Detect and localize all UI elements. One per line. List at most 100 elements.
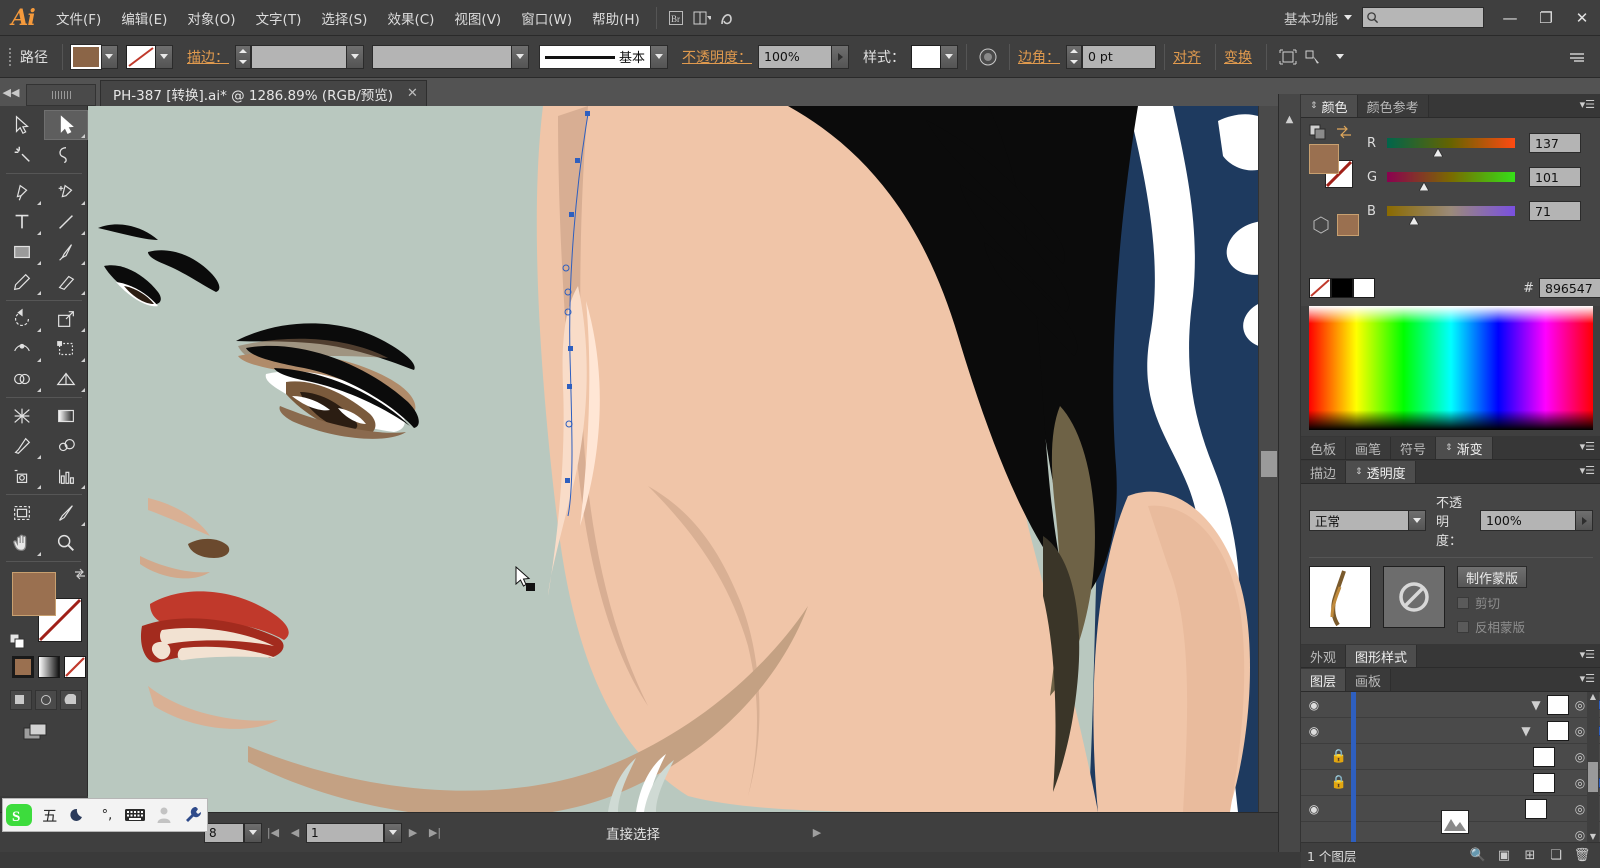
menu-effect[interactable]: 效果(C) — [377, 4, 444, 32]
panel-menu-icon[interactable]: ▾☰ — [1580, 648, 1595, 661]
menu-window[interactable]: 窗口(W) — [511, 4, 582, 32]
blend-mode-control[interactable]: 正常 — [1309, 510, 1426, 531]
stroke-profile-field[interactable] — [372, 44, 512, 69]
wrench-icon[interactable] — [178, 799, 207, 831]
panel-menu-icon[interactable]: ▾☰ — [1580, 440, 1595, 453]
scroll-up-icon[interactable]: ▲ — [1588, 692, 1598, 702]
default-fill-stroke-icon[interactable] — [9, 633, 26, 650]
stroke-weight-label[interactable]: 描边： — [187, 47, 229, 67]
slider-knob[interactable] — [1418, 180, 1430, 192]
mask-thumbnail[interactable] — [1383, 566, 1445, 628]
none-swatch[interactable] — [1309, 278, 1331, 298]
graphic-style-control[interactable] — [911, 44, 958, 69]
blend-tool[interactable] — [44, 431, 88, 461]
black-swatch[interactable] — [1331, 278, 1353, 298]
opacity-flyout-arrow[interactable] — [832, 44, 849, 69]
stroke-swatch-none[interactable] — [126, 44, 156, 69]
adobe-stock-icon[interactable] — [715, 6, 741, 30]
menu-edit[interactable]: 编辑(E) — [111, 4, 177, 32]
layers-scrollbar[interactable]: ▲ ▼ — [1587, 692, 1599, 842]
fill-color-control[interactable] — [70, 43, 118, 70]
symbol-sprayer-tool[interactable] — [0, 461, 44, 491]
last-artboard-button[interactable]: ▶| — [424, 822, 446, 844]
tab-stroke[interactable]: 描边 — [1301, 461, 1347, 483]
transform-button[interactable]: 变换 — [1224, 47, 1252, 67]
swap-fill-stroke-icon[interactable] — [1335, 124, 1353, 140]
visibility-toggle-icon[interactable]: ◉ — [1301, 724, 1327, 738]
brush-dropdown-arrow[interactable] — [651, 44, 668, 69]
first-artboard-button[interactable]: |◀ — [262, 822, 284, 844]
stroke-profile-combo[interactable] — [372, 44, 529, 69]
add-anchor-point-tool[interactable] — [44, 177, 88, 207]
fill-stroke-toggle-icon[interactable] — [1309, 124, 1327, 140]
clip-checkbox-row[interactable]: 剪切 — [1457, 593, 1527, 612]
document-tab[interactable]: PH-387 [转换].ai* @ 1286.89% (RGB/预览) ✕ — [100, 80, 427, 106]
blend-mode-arrow[interactable] — [1409, 510, 1426, 531]
shape-builder-tool[interactable] — [0, 364, 44, 394]
transparency-opacity-control[interactable]: 100% — [1480, 510, 1593, 531]
pen-tool[interactable] — [0, 177, 44, 207]
layer-row[interactable]: ◉ ▼ ◎ — [1301, 717, 1600, 744]
status-expand-icon[interactable]: ▶ — [806, 822, 828, 844]
width-tool[interactable] — [0, 334, 44, 364]
change-screen-mode-icon[interactable] — [22, 722, 87, 746]
sogou-logo-icon[interactable]: S — [3, 799, 35, 831]
scrollbar-thumb[interactable] — [1588, 762, 1598, 792]
panel-collapse-rail[interactable]: ▲ — [1279, 94, 1301, 852]
tab-graphic-styles[interactable]: 图形样式 — [1346, 645, 1418, 667]
slice-tool[interactable] — [44, 498, 88, 528]
object-thumbnail[interactable] — [1309, 566, 1371, 628]
sogou-ime-toolbar[interactable]: S 五 °, — [2, 798, 208, 832]
punctuation-mode-icon[interactable]: °, — [93, 799, 122, 831]
paintbrush-tool[interactable] — [44, 237, 88, 267]
tab-color[interactable]: ⇕ 颜色 — [1301, 95, 1358, 117]
corner-stepper[interactable] — [1066, 44, 1082, 69]
collapse-panel-icon[interactable]: ◀◀ — [0, 78, 22, 106]
menu-file[interactable]: 文件(F) — [46, 4, 111, 32]
zoom-level-arrow[interactable] — [244, 822, 262, 843]
select-similar-objects-icon[interactable] — [1301, 44, 1327, 70]
hand-tool[interactable] — [0, 528, 44, 558]
keyboard-icon[interactable] — [121, 799, 150, 831]
prev-artboard-button[interactable]: ◀ — [284, 822, 306, 844]
column-graph-tool[interactable] — [44, 461, 88, 491]
rectangle-tool[interactable] — [0, 237, 44, 267]
control-bar-grip[interactable] — [6, 44, 16, 70]
create-sublayer-icon[interactable]: ⊞ — [1517, 848, 1543, 863]
b-value[interactable]: 71 — [1529, 201, 1581, 221]
stroke-weight-field[interactable] — [251, 44, 347, 69]
workspace-switcher[interactable]: 基本功能 — [1276, 5, 1360, 31]
artboard-number-control[interactable]: 1 — [306, 822, 402, 843]
color-spectrum-bar[interactable] — [1309, 306, 1593, 430]
opacity-label[interactable]: 不透明度： — [682, 47, 752, 67]
rotate-tool[interactable] — [0, 304, 44, 334]
draw-normal[interactable] — [10, 690, 32, 710]
r-value[interactable]: 137 — [1529, 133, 1581, 153]
fill-color-swatch[interactable] — [12, 572, 56, 616]
artboard-canvas[interactable] — [88, 106, 1278, 812]
perspective-grid-tool[interactable] — [44, 364, 88, 394]
zoom-tool[interactable] — [44, 528, 88, 558]
none-fill-mode[interactable] — [64, 656, 86, 678]
magic-wand-tool[interactable] — [0, 140, 44, 170]
tab-artboards[interactable]: 画板 — [1346, 669, 1392, 691]
isolate-selection-icon[interactable] — [1275, 44, 1301, 70]
r-slider[interactable] — [1387, 138, 1515, 158]
zoom-level-field[interactable]: 8 — [204, 822, 244, 843]
stroke-weight-arrow[interactable] — [347, 44, 364, 69]
tab-appearance[interactable]: 外观 — [1301, 645, 1347, 667]
layer-row[interactable]: 🔒 ◎ — [1301, 769, 1600, 796]
stroke-color-control[interactable] — [126, 44, 173, 69]
lasso-tool[interactable] — [44, 140, 88, 170]
select-similar-dropdown-arrow[interactable] — [1327, 44, 1353, 70]
stroke-weight-stepper[interactable] — [235, 44, 251, 69]
eyedropper-tool[interactable] — [0, 431, 44, 461]
draw-inside[interactable] — [60, 690, 82, 710]
panel-menu-icon[interactable]: ▾☰ — [1580, 98, 1595, 111]
tab-gradient[interactable]: ⇕ 渐变 — [1436, 437, 1493, 459]
type-tool[interactable] — [0, 207, 44, 237]
restore-button[interactable]: ❐ — [1528, 3, 1564, 33]
menu-view[interactable]: 视图(V) — [444, 4, 511, 32]
tab-color-guide[interactable]: 颜色参考 — [1357, 95, 1429, 117]
line-segment-tool[interactable] — [44, 207, 88, 237]
